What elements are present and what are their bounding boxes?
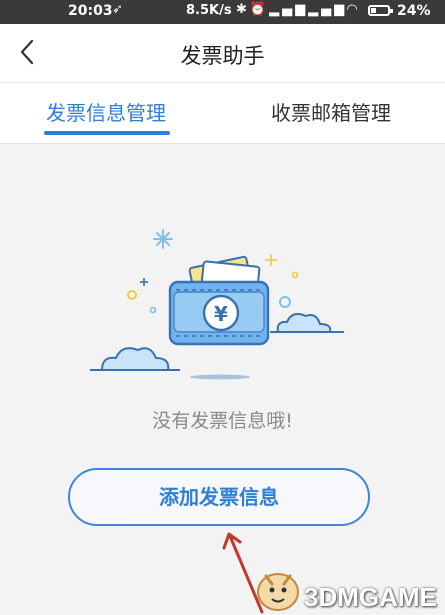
network-speed: 8.5K/s (186, 3, 232, 18)
add-invoice-button[interactable]: 添加发票信息 (68, 468, 370, 526)
signal-hd-icon: ▂▄▆ (269, 2, 309, 17)
mascot-logo-icon (257, 573, 299, 611)
sparkle-icon (153, 229, 173, 249)
empty-invoice-wallet-illustration: ¥ (90, 229, 344, 380)
tab-bar: 发票信息管理 收票邮箱管理 (0, 82, 445, 144)
watermark: 3DMGAME (250, 560, 445, 615)
status-bar: 20:03 ➶ 8.5K/s ✱⏰▂▄▆▂▄▆◠ 24% (0, 0, 445, 24)
watermark-text: 3DMGAME (304, 582, 437, 612)
battery-icon (368, 5, 393, 16)
tab-invoice-info[interactable]: 发票信息管理 (46, 97, 166, 126)
empty-state-message: 没有发票信息哦! (152, 410, 293, 432)
tab-receiving-email[interactable]: 收票邮箱管理 (271, 97, 391, 126)
status-time: 20:03 (68, 3, 113, 19)
battery-percent: 24% (397, 3, 431, 19)
cloud-right (276, 313, 332, 333)
page-title: 发票助手 (180, 44, 265, 68)
active-tab-indicator (44, 131, 170, 135)
wifi-icon: ◠ (347, 2, 361, 17)
signal-hd-icon: ▂▄▆ (308, 2, 348, 17)
cloud-left (100, 347, 170, 371)
bluetooth-icon: ✱ (236, 2, 250, 17)
alarm-icon: ⏰ (249, 2, 270, 17)
svg-text:¥: ¥ (214, 302, 228, 326)
status-icons: ✱⏰▂▄▆▂▄▆◠ (236, 2, 360, 17)
navigation-icon: ➶ (112, 2, 123, 17)
app-header: 发票助手 (0, 24, 445, 82)
